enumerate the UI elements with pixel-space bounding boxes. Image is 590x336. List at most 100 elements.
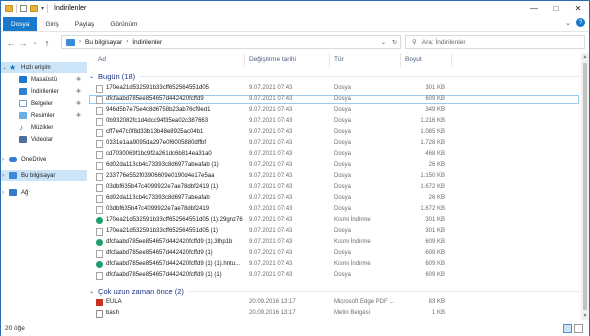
file-size: 1.085 KB [420, 129, 445, 135]
file-row[interactable]: 03dbf635b47c4099922e7ae78dbf2419 9.07.202… [89, 205, 579, 214]
help-icon[interactable]: ? [576, 18, 585, 27]
scroll-thumb[interactable] [583, 63, 587, 310]
file-row[interactable]: 233776e552f03906609e0190d4e17e5aa 9.07.20… [89, 172, 579, 181]
file-size: 609 KB [425, 96, 445, 102]
tab-share[interactable]: Paylaş [67, 17, 103, 31]
file-row[interactable]: 0331e1aa9095da297e0f6005880dffbf 9.07.202… [89, 139, 579, 148]
chevron-right-icon[interactable]: › [2, 173, 4, 179]
large-icons-view-icon[interactable] [574, 324, 583, 333]
file-row[interactable]: dfcfaabd785ee854657d442420fcffd9 (1) (1)… [89, 271, 579, 280]
documents-icon [19, 100, 27, 107]
scroll-up-icon[interactable]: ▲ [581, 53, 589, 61]
column-divider[interactable] [451, 53, 452, 67]
chevron-down-icon[interactable]: ⌄ [89, 288, 94, 295]
tab-file[interactable]: Dosya [3, 17, 38, 31]
file-row[interactable]: 170ea21d532591b33cff652564551d05 (1).29g… [89, 216, 579, 225]
group-long-ago[interactable]: ⌄ Çok uzun zaman önce (2) [89, 286, 579, 296]
column-divider[interactable] [329, 53, 330, 67]
address-row: ← → ⌄ ↑ › Bu bilgisayar › İndirilenler ⌄… [1, 33, 589, 52]
customize-toolbar-icon[interactable]: ▾ [41, 5, 44, 12]
back-arrow-icon[interactable]: ← [5, 37, 17, 49]
network-icon [9, 189, 17, 196]
column-divider[interactable] [244, 53, 245, 67]
nav-label: Müzikler [31, 124, 54, 131]
tab-view[interactable]: Görünüm [102, 17, 145, 31]
chevron-down-icon[interactable]: ⌄ [89, 73, 94, 80]
search-input[interactable]: ⚲ Ara: İndirilenler [405, 35, 585, 49]
chevron-right-icon[interactable]: › [2, 157, 4, 163]
maximize-button[interactable]: □ [545, 1, 567, 16]
nav-item-documents[interactable]: Belgeler ✱ [1, 98, 87, 109]
file-row[interactable]: cff7e47c0f8d33b13b48e8925ac04b1 9.07.2021… [89, 128, 579, 137]
file-row[interactable]: 170ea21d532591b33cff652564551d05 9.07.202… [89, 84, 579, 93]
chevron-down-icon[interactable]: ⌄ [2, 64, 7, 71]
up-arrow-icon[interactable]: ↑ [41, 37, 53, 49]
recent-locations-icon[interactable]: ⌄ [29, 37, 41, 49]
tab-home[interactable]: Giriş [37, 17, 66, 31]
nav-quick-access[interactable]: ⌄ ★ Hızlı erişim [1, 62, 87, 73]
file-row[interactable]: dfcfaabd785ee854657d442420fcffd9 (1) (1)… [89, 260, 579, 269]
nav-onedrive[interactable]: › OneDrive [1, 154, 87, 165]
scroll-down-icon[interactable]: ▼ [581, 312, 589, 320]
file-name: cff7e47c0f8d33b13b48e8925ac04b1 [106, 129, 204, 135]
file-row[interactable]: bash 20.09.2016 13:17 Metin Belgesi 1 KB [89, 309, 579, 318]
file-row[interactable]: 946d5b7e75e4c8d6758b23ab76cf9ed1 9.07.202… [89, 106, 579, 115]
details-view-icon[interactable] [563, 324, 572, 333]
column-type[interactable]: Tür [334, 56, 344, 63]
chevron-right-icon[interactable]: › [2, 190, 4, 196]
file-date: 9.07.2021 07:43 [249, 217, 293, 223]
nav-item-videos[interactable]: Videolar [1, 134, 87, 145]
nav-item-pictures[interactable]: Resimler ✱ [1, 110, 87, 121]
forward-arrow-icon[interactable]: → [17, 37, 29, 49]
window-title: İndirilenler [54, 5, 87, 12]
chevron-down-icon[interactable]: ⌄ [381, 39, 386, 46]
ribbon-tabs: Dosya Giriş Paylaş Görünüm ⌄ ? [1, 16, 589, 32]
file-date: 9.07.2021 07:43 [249, 272, 293, 278]
chevron-right-icon[interactable]: › [79, 39, 81, 45]
breadcrumb-this-pc[interactable]: Bu bilgisayar [85, 39, 122, 46]
title-bar: ▾ İndirilenler — □ ✕ [1, 1, 589, 16]
file-size: 1.216 KB [420, 118, 445, 124]
file-name: 0331e1aa9095da297e0f6005880dffbf [106, 140, 206, 146]
navigation-pane: ⌄ ★ Hızlı erişim Masaüstü ✱ İndirilenler… [1, 53, 88, 320]
minimize-button[interactable]: — [523, 1, 545, 16]
nav-network[interactable]: › Ağ [1, 187, 87, 198]
file-row[interactable]: 03dbf635b47c4099922e7ae78dbf2419 (1) 9.07… [89, 183, 579, 192]
file-row[interactable]: dfcfaabd785ee854657d442420fcffd9 (1) 9.07… [89, 249, 579, 258]
pin-icon: ✱ [75, 113, 81, 119]
new-folder-icon[interactable] [30, 5, 38, 12]
file-icon [96, 184, 103, 192]
column-size[interactable]: Boyut [405, 56, 422, 63]
nav-item-desktop[interactable]: Masaüstü ✱ [1, 74, 87, 85]
nav-item-music[interactable]: ♪ Müzikler [1, 122, 87, 133]
nav-this-pc[interactable]: › Bu bilgisayar [1, 170, 87, 181]
expand-ribbon-icon[interactable]: ⌄ [565, 19, 571, 27]
file-row[interactable]: 0b932082fc1d4dcc94f35ea02c387663 9.07.202… [89, 117, 579, 126]
file-date: 9.07.2021 07:43 [249, 107, 293, 113]
column-name[interactable]: Ad [98, 56, 106, 63]
music-icon: ♪ [19, 123, 23, 132]
vertical-scrollbar[interactable]: ▲ ▼ [581, 53, 589, 320]
refresh-icon[interactable]: ↻ [392, 39, 397, 46]
address-bar[interactable]: › Bu bilgisayar › İndirilenler ⌄ ↻ [61, 35, 401, 49]
column-date[interactable]: Değiştirme tarihi [249, 56, 296, 63]
chevron-right-icon[interactable]: › [126, 39, 128, 45]
file-row[interactable]: 170ea21d532591b33cff652564551d05 (1) 9.07… [89, 227, 579, 236]
file-row[interactable]: 6d02da113cb4c73393c8d6977abeafab 9.07.202… [89, 194, 579, 203]
file-row[interactable]: 6d02da113cb4c73393c8d6977abeafab (1) 9.07… [89, 161, 579, 170]
column-divider[interactable] [400, 53, 401, 67]
properties-icon[interactable] [20, 5, 27, 12]
group-today[interactable]: ⌄ Bugün (18) [89, 71, 579, 81]
close-button[interactable]: ✕ [567, 1, 589, 16]
file-type: Kısmi İndirme [334, 217, 371, 223]
nav-item-downloads[interactable]: İndirilenler ✱ [1, 86, 87, 97]
file-date: 9.07.2021 07:43 [249, 184, 293, 190]
file-row[interactable]: EULA 20.09.2016 13:17 Microsoft Edge PDF .… [89, 298, 579, 307]
address-actions: ⌄ ↻ [381, 36, 400, 48]
file-type: Kısmi İndirme [334, 239, 371, 245]
breadcrumb-downloads[interactable]: İndirilenler [132, 39, 162, 46]
file-row[interactable]: cd7030069f1bc9f2a261dc6b814ea31a0 9.07.20… [89, 150, 579, 159]
file-name: 170ea21d532591b33cff652564551d05 (1) [106, 228, 218, 234]
file-row[interactable]: dfcfaabd785ee854657d442420fcffd9 9.07.202… [89, 95, 579, 104]
file-row[interactable]: dfcfaabd785ee854657d442420fcffd9 (1).3lh… [89, 238, 579, 247]
